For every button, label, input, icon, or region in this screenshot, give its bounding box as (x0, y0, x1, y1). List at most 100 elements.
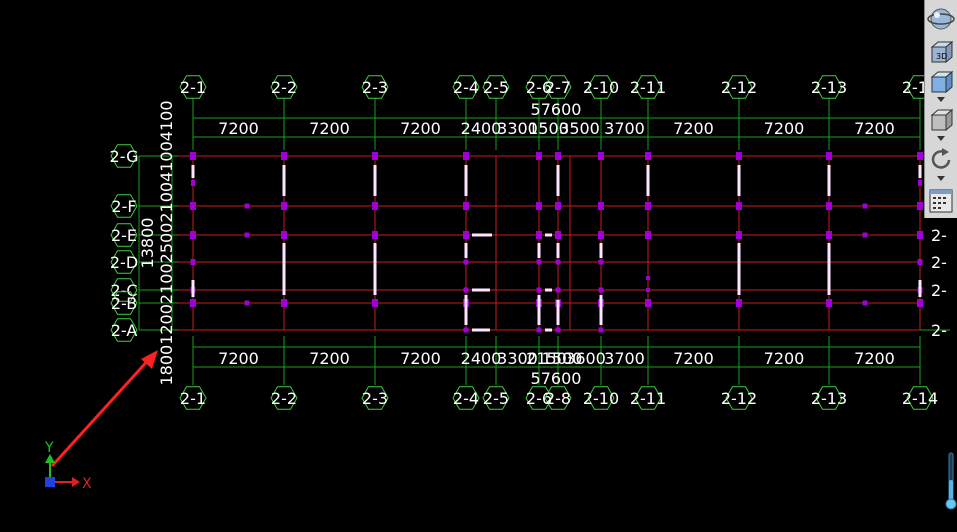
wall (827, 243, 831, 295)
axis-label-bottom: 2-11 (630, 389, 666, 408)
axis-label-bottom: 2-3 (362, 389, 388, 408)
column (555, 152, 561, 160)
column (536, 202, 542, 210)
dimension-text: 7200 (673, 119, 714, 138)
zoom-slider[interactable] (945, 452, 957, 510)
column (736, 202, 742, 210)
shaded-view-icon[interactable] (927, 106, 956, 134)
axis-label-bottom: 2-8 (545, 389, 571, 408)
axis-label-top: 2-12 (721, 78, 757, 97)
axis-label-top: 2-7 (545, 78, 571, 97)
column (598, 202, 604, 210)
structural-plan[interactable]: 2-12-12-22-22-32-32-42-42-52-52-62-62-72… (0, 0, 957, 532)
column (463, 327, 469, 333)
axis-label-bottom: 2-5 (483, 389, 509, 408)
wall (918, 280, 922, 297)
chevron-down-icon[interactable] (937, 176, 945, 182)
wall (599, 295, 603, 325)
dimension-text: 3600 (565, 349, 606, 368)
dimension-text: 7200 (400, 349, 441, 368)
column (191, 180, 195, 186)
orbit-icon[interactable] (927, 4, 956, 32)
axis-label-top: 2-4 (453, 78, 479, 97)
chevron-down-icon[interactable] (937, 136, 945, 142)
wall (646, 165, 650, 196)
dimension-text: 7200 (218, 349, 259, 368)
rotate-icon[interactable] (927, 145, 956, 173)
column (463, 231, 469, 239)
row-label: 2-G (110, 147, 139, 166)
dimension-text: 7200 (764, 119, 805, 138)
column (555, 231, 561, 239)
dimension-text: 7200 (309, 119, 350, 138)
dimension-text: 3500 (559, 119, 600, 138)
row-label-right: 2- (931, 281, 947, 300)
column (598, 327, 604, 333)
wall (556, 300, 560, 325)
dimension-text: 3700 (604, 349, 645, 368)
wall (282, 165, 286, 196)
column (372, 152, 378, 160)
row-label: 2-D (110, 253, 138, 272)
row-label: 2-B (111, 294, 137, 313)
wall (545, 233, 552, 237)
dimension-text: 7200 (854, 119, 895, 138)
view-manager-icon[interactable] (927, 187, 956, 215)
column (244, 300, 250, 306)
wall (918, 165, 922, 178)
column (190, 202, 196, 210)
column (826, 152, 832, 160)
column (555, 287, 561, 293)
dimension-text: 7200 (673, 349, 714, 368)
column (190, 231, 196, 239)
row-label: 2-A (111, 321, 138, 340)
total-length-top: 57600 (531, 100, 582, 119)
column (190, 299, 196, 307)
column (862, 232, 868, 238)
3d-view-icon[interactable]: 3D (927, 38, 956, 66)
row-label: 2-E (111, 226, 137, 245)
column (826, 231, 832, 239)
column (598, 287, 604, 293)
wall (373, 165, 377, 196)
column (372, 231, 378, 239)
wall (373, 243, 377, 295)
column (463, 202, 469, 210)
wall (537, 243, 541, 258)
view-toolbar: 3D (924, 0, 957, 218)
wall (737, 243, 741, 295)
column (826, 202, 832, 210)
column (598, 231, 604, 239)
column (536, 259, 542, 265)
column (917, 259, 923, 265)
dimension-text: 2400 (461, 349, 502, 368)
wall (537, 295, 541, 325)
dimension-text: 3700 (604, 119, 645, 138)
axis-label-bottom: 2-13 (811, 389, 847, 408)
column (536, 327, 542, 333)
chevron-down-icon[interactable] (937, 97, 945, 103)
ucs-y-label: Y (44, 440, 54, 456)
column (646, 276, 650, 280)
column (281, 202, 287, 210)
left-dimension-chain: 1800120021002500210041004100 (157, 100, 176, 385)
column (736, 299, 742, 307)
axis-label-top: 2-5 (483, 78, 509, 97)
row-label: 2-F (111, 197, 136, 216)
column (244, 203, 250, 209)
axis-label-bottom: 2-1 (180, 389, 206, 408)
axis-label-bottom: 2-4 (453, 389, 479, 408)
wall (472, 328, 490, 332)
column (372, 202, 378, 210)
wall (464, 243, 468, 258)
wall (827, 165, 831, 196)
wall (191, 280, 195, 297)
axis-label-top: 2-11 (630, 78, 666, 97)
box-view-icon[interactable] (927, 68, 956, 96)
drawing-viewport[interactable]: 2-1 2-1 2-2 2-2 2-3 2-3 2-4 2-4 2-5 2-5 2-6 2-6 2-7 2… (0, 0, 957, 532)
column (463, 259, 469, 265)
wall (464, 165, 468, 196)
column (917, 231, 923, 239)
column (281, 231, 287, 239)
total-length-bottom: 57600 (531, 369, 582, 388)
